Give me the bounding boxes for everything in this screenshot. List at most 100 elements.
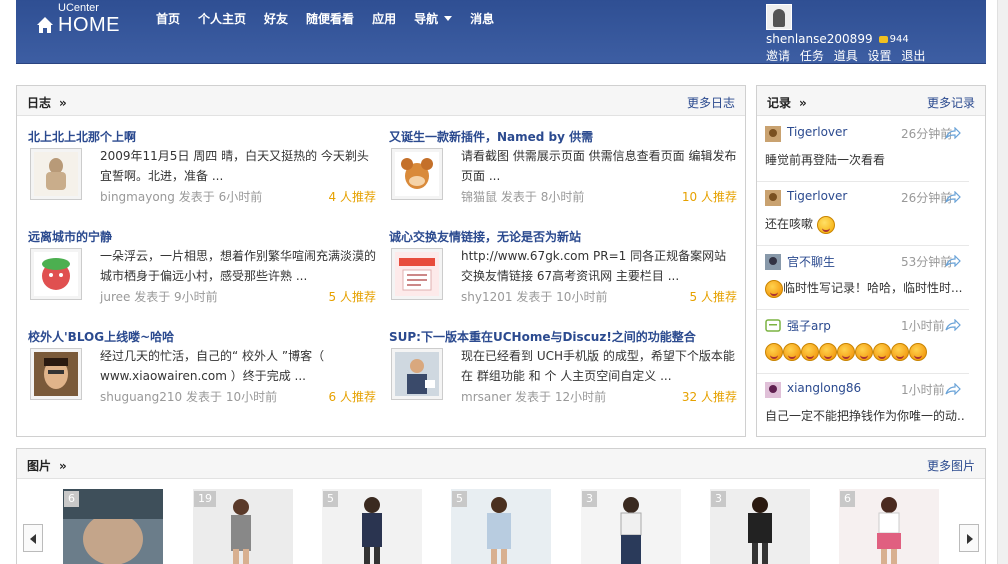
record-author[interactable]: Tigerlover [787, 125, 847, 139]
props-link[interactable]: 道具 [834, 49, 858, 63]
nav-home[interactable]: 首页 [156, 10, 180, 27]
record-item: Tigerlover 26分钟前 睡觉前再登陆一次看看 [757, 118, 969, 182]
page-scrollbar[interactable] [997, 0, 1008, 564]
blog-panel-title[interactable]: 日志» [27, 94, 67, 111]
laugh-emoticon-icon [801, 343, 819, 361]
nav-browse[interactable]: 随便看看 [306, 10, 354, 27]
photo-count: 6 [840, 491, 855, 507]
laugh-emoticon-icon [783, 343, 801, 361]
record-author[interactable]: 官不聊生 [787, 253, 835, 270]
photo-next-button[interactable] [959, 524, 979, 552]
laugh-emoticon-icon [765, 343, 783, 361]
blog-entry-excerpt: 经过几天的忙活，自己的“ 校外人 ”博客（ www.xiaowairen.com… [100, 349, 325, 383]
emoticon-icon [765, 279, 783, 298]
blog-entry-meta: 锦猫鼠 发表于 8小时前 [461, 190, 585, 204]
blog-entry-title[interactable]: 诚心交换友情链接，无论是否为新站 [389, 228, 737, 245]
photo-count: 3 [582, 491, 597, 507]
photos-panel-header: 图片» 更多图片 [17, 449, 985, 479]
record-time: 1小时前 [901, 319, 945, 333]
photo-prev-button[interactable] [23, 524, 43, 552]
blog-entry-meta: shuguang210 发表于 10小时前 [100, 390, 278, 404]
record-item: xianglong86 1小时前 自己一定不能把挣钱作为你唯一的动... [757, 374, 969, 436]
photo-thumbnail[interactable]: 3 [710, 489, 810, 564]
blog-author[interactable]: mrsaner [461, 390, 511, 404]
blog-entry: 校外人'BLOG上线喽~哈哈 经过几天的忙活，自己的“ 校外人 ”博客（ www… [28, 328, 376, 412]
user-avatar-icon[interactable] [765, 382, 781, 398]
blog-panel: 日志» 更多日志 北上北上北那个上啊 2009年11月5日 周四 晴，白天又挺热… [16, 85, 746, 437]
avatar[interactable] [766, 4, 792, 30]
more-blogs-link[interactable]: 更多日志 [687, 94, 735, 111]
nav-personal-home[interactable]: 个人主页 [198, 10, 246, 27]
record-body: 临时性写记录！哈哈，临时性时... [765, 279, 965, 298]
record-author[interactable]: Tigerlover [787, 189, 847, 203]
laugh-emoticon-icon [819, 343, 837, 361]
more-photos-link[interactable]: 更多图片 [927, 457, 975, 474]
more-records-link[interactable]: 更多记录 [927, 94, 975, 111]
records-panel-title[interactable]: 记录» [767, 94, 807, 111]
user-links: 邀请 任务 道具 设置 退出 [766, 47, 931, 64]
photos-panel: 图片» 更多图片 6 19 5 5 3 3 6 [16, 448, 986, 564]
nav-messages[interactable]: 消息 [470, 10, 494, 27]
user-avatar-icon[interactable] [765, 254, 781, 270]
record-item: 官不聊生 53分钟前 临时性写记录！哈哈，临时性时... [757, 246, 969, 310]
recommend-count: 10 人推荐 [681, 190, 737, 204]
record-author[interactable]: 强子arp [787, 317, 831, 334]
blog-entry: 北上北上北那个上啊 2009年11月5日 周四 晴，白天又挺热的 今天剃头宜誓啊… [28, 128, 376, 212]
forward-icon[interactable] [945, 191, 961, 203]
blog-entry-excerpt: http://www.67gk.com PR=1 同各正规备案网站交换友情链接 … [461, 249, 727, 283]
photo-thumbnail[interactable]: 3 [581, 489, 681, 564]
task-link[interactable]: 任务 [800, 49, 824, 63]
invite-link[interactable]: 邀请 [766, 49, 790, 63]
nav-friends[interactable]: 好友 [264, 10, 288, 27]
user-avatar-icon[interactable] [765, 190, 781, 206]
laugh-emoticon-icon [873, 343, 891, 361]
photo-thumbnail[interactable]: 5 [451, 489, 551, 564]
photo-thumbnail[interactable]: 6 [63, 489, 163, 564]
blog-entry-meta: shy1201 发表于 10小时前 [461, 290, 608, 304]
record-body: 睡觉前再登陆一次看看 [765, 153, 886, 167]
blog-author[interactable]: bingmayong [100, 190, 175, 204]
blog-author[interactable]: 锦猫鼠 [461, 190, 497, 204]
user-area: shenlanse200899 944 邀请 任务 道具 设置 退出 [766, 4, 925, 63]
blog-thumbnail[interactable] [30, 348, 82, 400]
record-author[interactable]: xianglong86 [787, 381, 861, 395]
user-avatar-icon[interactable] [765, 318, 781, 334]
blog-thumbnail[interactable] [391, 148, 443, 200]
blog-thumbnail[interactable] [391, 248, 443, 300]
photo-count: 6 [64, 491, 79, 507]
forward-icon[interactable] [945, 383, 961, 395]
forward-icon[interactable] [945, 255, 961, 267]
blog-entry-title[interactable]: SUP:下一版本重在UCHome与Discuz!之间的功能整合 [389, 328, 737, 345]
photo-thumbnail[interactable]: 6 [839, 489, 939, 564]
username[interactable]: shenlanse200899 [766, 32, 873, 46]
nav-apps[interactable]: 应用 [372, 10, 396, 27]
blog-entry-meta: bingmayong 发表于 6小时前 [100, 190, 263, 204]
blog-author[interactable]: shuguang210 [100, 390, 182, 404]
photo-count: 19 [194, 491, 216, 507]
forward-icon[interactable] [945, 319, 961, 331]
home-icon [37, 17, 53, 33]
blog-thumbnail[interactable] [391, 348, 443, 400]
blog-thumbnail[interactable] [30, 248, 82, 300]
forward-icon[interactable] [945, 127, 961, 139]
blog-entry-title[interactable]: 校外人'BLOG上线喽~哈哈 [28, 328, 376, 345]
blog-entry-title[interactable]: 又诞生一款新插件，Named by 供需 [389, 128, 737, 145]
nav-navigation-menu[interactable]: 导航 [414, 10, 453, 27]
blog-author[interactable]: juree [100, 290, 130, 304]
blog-author[interactable]: shy1201 [461, 290, 513, 304]
nav-navigation-label: 导航 [414, 12, 439, 26]
blog-entry-excerpt: 一朵浮云，一片相思，想着作别繁华喧闹充满淡漠的城市栖身于偏远小村，感受那些许熟 … [100, 249, 376, 283]
photo-thumbnail[interactable]: 5 [322, 489, 422, 564]
photo-thumbnail[interactable]: 19 [193, 489, 293, 564]
record-item: Tigerlover 26分钟前 还在咳嗽 [757, 182, 969, 246]
emoticon-icon [816, 215, 835, 234]
blog-thumbnail[interactable] [30, 148, 82, 200]
photo-count: 3 [711, 491, 726, 507]
settings-link[interactable]: 设置 [868, 49, 892, 63]
blog-entry-title[interactable]: 远离城市的宁静 [28, 228, 376, 245]
logout-link[interactable]: 退出 [901, 49, 925, 63]
user-avatar-icon[interactable] [765, 126, 781, 142]
blog-entry-title[interactable]: 北上北上北那个上啊 [28, 128, 376, 145]
main-nav: 首页 个人主页 好友 随便看看 应用 导航 消息 [156, 10, 512, 27]
photos-panel-title[interactable]: 图片» [27, 457, 67, 474]
